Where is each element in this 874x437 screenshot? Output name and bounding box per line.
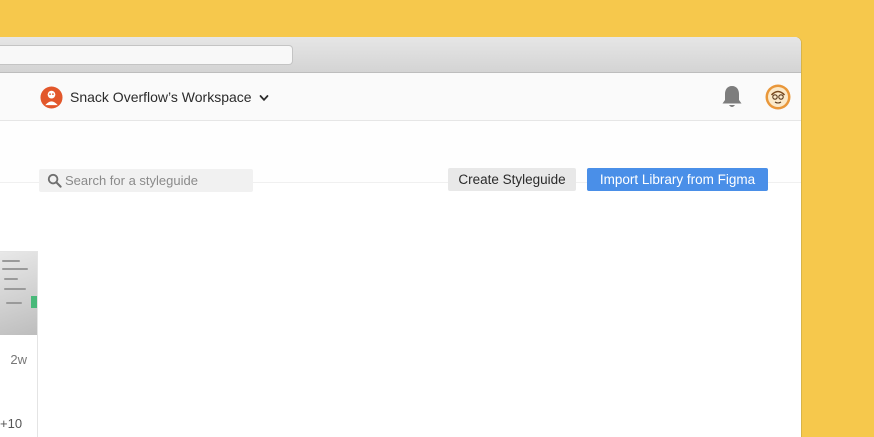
thumbnail-accent bbox=[31, 296, 37, 308]
workspace-name: Snack Overflow’s Workspace bbox=[70, 89, 252, 105]
workspace-logo-icon bbox=[40, 85, 63, 109]
address-bar[interactable] bbox=[0, 45, 293, 65]
search-icon bbox=[47, 173, 62, 188]
bell-icon[interactable] bbox=[720, 84, 744, 110]
browser-chrome bbox=[0, 37, 801, 73]
avatar[interactable] bbox=[765, 84, 791, 110]
styleguide-card[interactable]: 2w +10 bbox=[0, 251, 38, 437]
import-library-button[interactable]: Import Library from Figma bbox=[587, 168, 768, 191]
member-count-badge: +10 bbox=[0, 416, 23, 431]
chevron-down-icon bbox=[259, 94, 268, 101]
search-input[interactable]: Search for a styleguide bbox=[39, 169, 253, 192]
styleguide-thumbnail bbox=[0, 252, 37, 335]
updated-time: 2w bbox=[10, 352, 27, 367]
search-placeholder: Search for a styleguide bbox=[65, 173, 198, 188]
browser-window: Snack Overflow’s Workspace 2w +10 bbox=[0, 37, 801, 437]
app-header: Snack Overflow’s Workspace bbox=[0, 73, 801, 121]
workspace-switcher[interactable]: Snack Overflow’s Workspace bbox=[40, 85, 269, 109]
create-styleguide-button[interactable]: Create Styleguide bbox=[448, 168, 576, 191]
